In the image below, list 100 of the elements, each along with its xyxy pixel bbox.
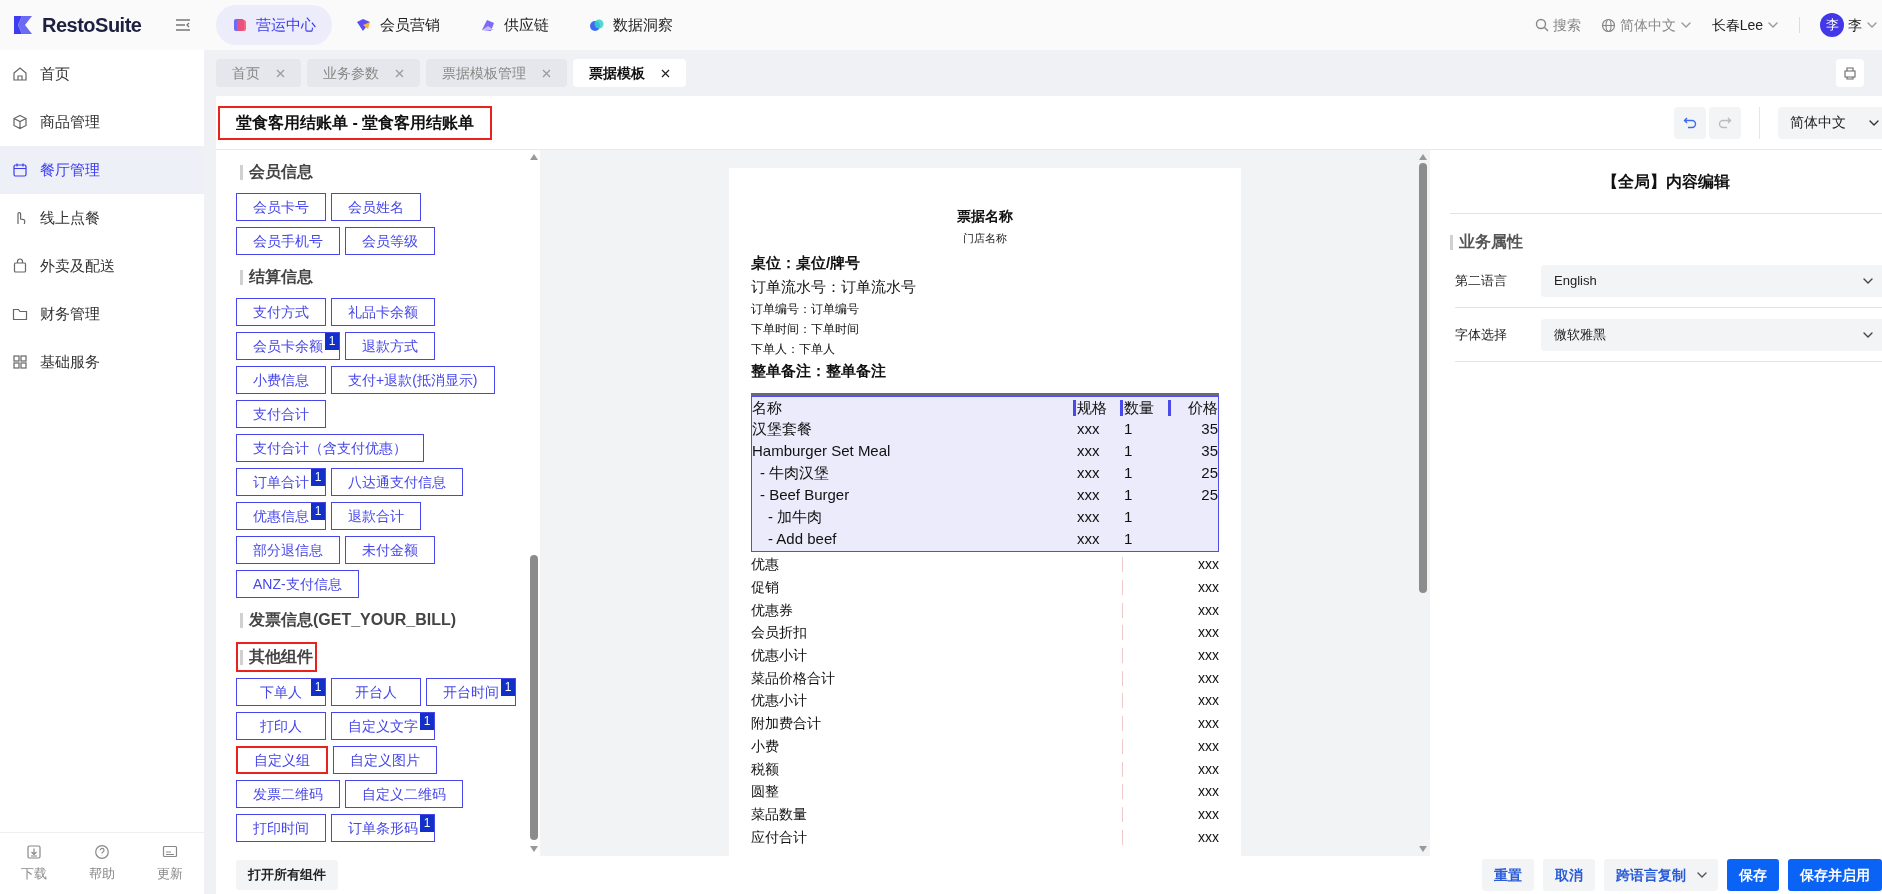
component-button[interactable]: 发票二维码 [236,780,340,808]
component-button[interactable]: 部分退信息 [236,536,340,564]
component-button[interactable]: 支付+退款(抵消显示) [331,366,495,394]
table-cell-text: 1 [1123,529,1134,550]
component-button[interactable]: 退款合计 [331,502,421,530]
column-header: 价格 [1168,399,1218,416]
nav-tab[interactable]: 数据洞察 [573,5,689,45]
summary-label: 菜品数量 [751,804,808,824]
component-button[interactable]: 会员卡余额 1 [236,332,340,360]
component-button[interactable]: 开台时间 1 [426,678,516,706]
template-title: 堂食客用结账单 - 堂食客用结账单 [218,105,493,140]
scrollbar-thumb[interactable] [1419,163,1427,593]
summary-value: xxx [1197,623,1219,643]
component-button[interactable]: 小费信息 [236,366,326,394]
sidebar-item[interactable]: 财务管理 [0,290,204,338]
section-heading: 会员信息 [236,157,317,187]
footer-link[interactable]: 帮助 [89,843,115,884]
table-cell-text: xxx [1076,441,1101,462]
action-button[interactable]: 取消 [1543,859,1595,891]
component-button[interactable]: 开台人 [331,678,421,706]
component-button[interactable]: 退款方式 [345,332,435,360]
summary-value: xxx [1197,578,1219,598]
table-cell-text: - Beef Burger [759,485,851,506]
component-button[interactable]: 礼品卡余额 [331,298,435,326]
component-button[interactable]: 未付金额 [345,536,435,564]
select-field[interactable]: 微软雅黑 [1541,318,1882,351]
component-button[interactable]: 下单人 1 [236,678,326,706]
folder-icon [12,306,28,322]
language-select[interactable]: 简体中文 [1778,106,1882,139]
component-button[interactable]: 会员手机号 [236,227,340,255]
count-badge: 1 [311,503,325,520]
section-heading: 发票信息(GET_YOUR_BILL) [236,605,461,635]
footer-link[interactable]: 下载 [21,843,47,884]
summary-value: xxx [1197,759,1219,779]
component-button[interactable]: 自定义图片 [333,746,437,774]
summary-value: xxx [1197,782,1219,802]
sidebar-item[interactable]: 商品管理 [0,98,204,146]
component-button[interactable]: 打印人 [236,712,326,740]
toolbar-button[interactable] [1836,59,1864,87]
scroll-down-icon[interactable] [530,846,538,852]
scrollbar-thumb[interactable] [530,555,538,840]
nav-tab[interactable]: 会员营销 [340,5,456,45]
sidebar-item[interactable]: 基础服务 [0,338,204,386]
scroll-up-icon[interactable] [1419,154,1427,160]
footer-link[interactable]: 更新 [157,843,183,884]
bubbles-icon [589,17,605,33]
select-field[interactable]: English [1541,264,1882,297]
search-button[interactable]: 搜索 [1534,14,1581,36]
table-cell-text: xxx [1076,507,1101,528]
component-button[interactable]: 优惠信息 1 [236,502,326,530]
field-label: 字体选择 [1455,325,1508,344]
table-cell-text: 1 [1123,507,1134,528]
scroll-up-icon[interactable] [530,154,538,160]
dropdown-button[interactable]: 跨语言复制 [1604,859,1718,891]
component-button[interactable]: 订单合计 1 [236,468,326,496]
component-button[interactable]: 自定义二维码 [345,780,463,808]
section-heading: 业务属性 [1450,230,1882,254]
table-cell-text: 汉堡套餐 [752,419,813,440]
sidebar-item[interactable]: 线上点餐 [0,194,204,242]
component-button[interactable]: 会员姓名 [331,193,421,221]
collapse-button[interactable] [174,16,192,34]
nav-tab[interactable]: 营运中心 [216,5,332,45]
undo-button[interactable] [1674,106,1706,139]
component-button[interactable]: 支付合计 [236,400,326,428]
action-button[interactable]: 保存并启用 [1788,859,1882,891]
receipt-line: 整单备注：整单备注 [751,360,887,381]
nav-tab[interactable]: 供应链 [464,5,565,45]
count-badge: 1 [311,469,325,486]
grid-icon [12,354,28,370]
component-button[interactable]: 八达通支付信息 [331,468,463,496]
brand-name: RestoSuite [42,13,142,38]
action-button[interactable]: 重置 [1482,859,1534,891]
cube-icon [12,114,28,130]
page-tab[interactable]: 票据模板 [573,59,686,87]
summary-label: 圆整 [751,782,780,802]
sidebar-item[interactable]: 首页 [0,50,204,98]
component-button[interactable]: 会员卡号 [236,193,326,221]
action-button[interactable]: 保存 [1727,859,1779,891]
component-button[interactable]: ANZ-支付信息 [236,570,359,598]
table-cell-text: Hamburger Set Meal [752,441,892,462]
summary-label: 应付合计 [751,827,808,847]
summary-value: xxx [1197,646,1219,666]
component-button[interactable]: 会员等级 [345,227,435,255]
component-button[interactable]: 支付合计（含支付优惠） [236,434,424,462]
component-button[interactable]: 支付方式 [236,298,326,326]
component-button[interactable]: 打印时间 [236,814,326,842]
component-button[interactable]: 自定义文字 1 [331,712,435,740]
summary-label: 小费 [751,736,780,756]
component-button[interactable]: 订单条形码 1 [331,814,435,842]
sidebar-item[interactable]: 餐厅管理 [0,146,204,194]
undo-icon [1683,115,1697,130]
calendar-icon [12,162,28,178]
open-all-button[interactable]: 打开所有组件 [236,860,338,890]
component-button[interactable]: 自定义组 [236,746,328,774]
scroll-down-icon[interactable] [1419,846,1427,852]
sidebar-item[interactable]: 外卖及配送 [0,242,204,290]
redo-button[interactable] [1709,106,1741,139]
language-dropdown[interactable]: 简体中文 [1600,14,1692,36]
user-menu[interactable]: 李 李 [1820,13,1878,37]
store-dropdown[interactable]: 长春Lee [1711,14,1779,36]
